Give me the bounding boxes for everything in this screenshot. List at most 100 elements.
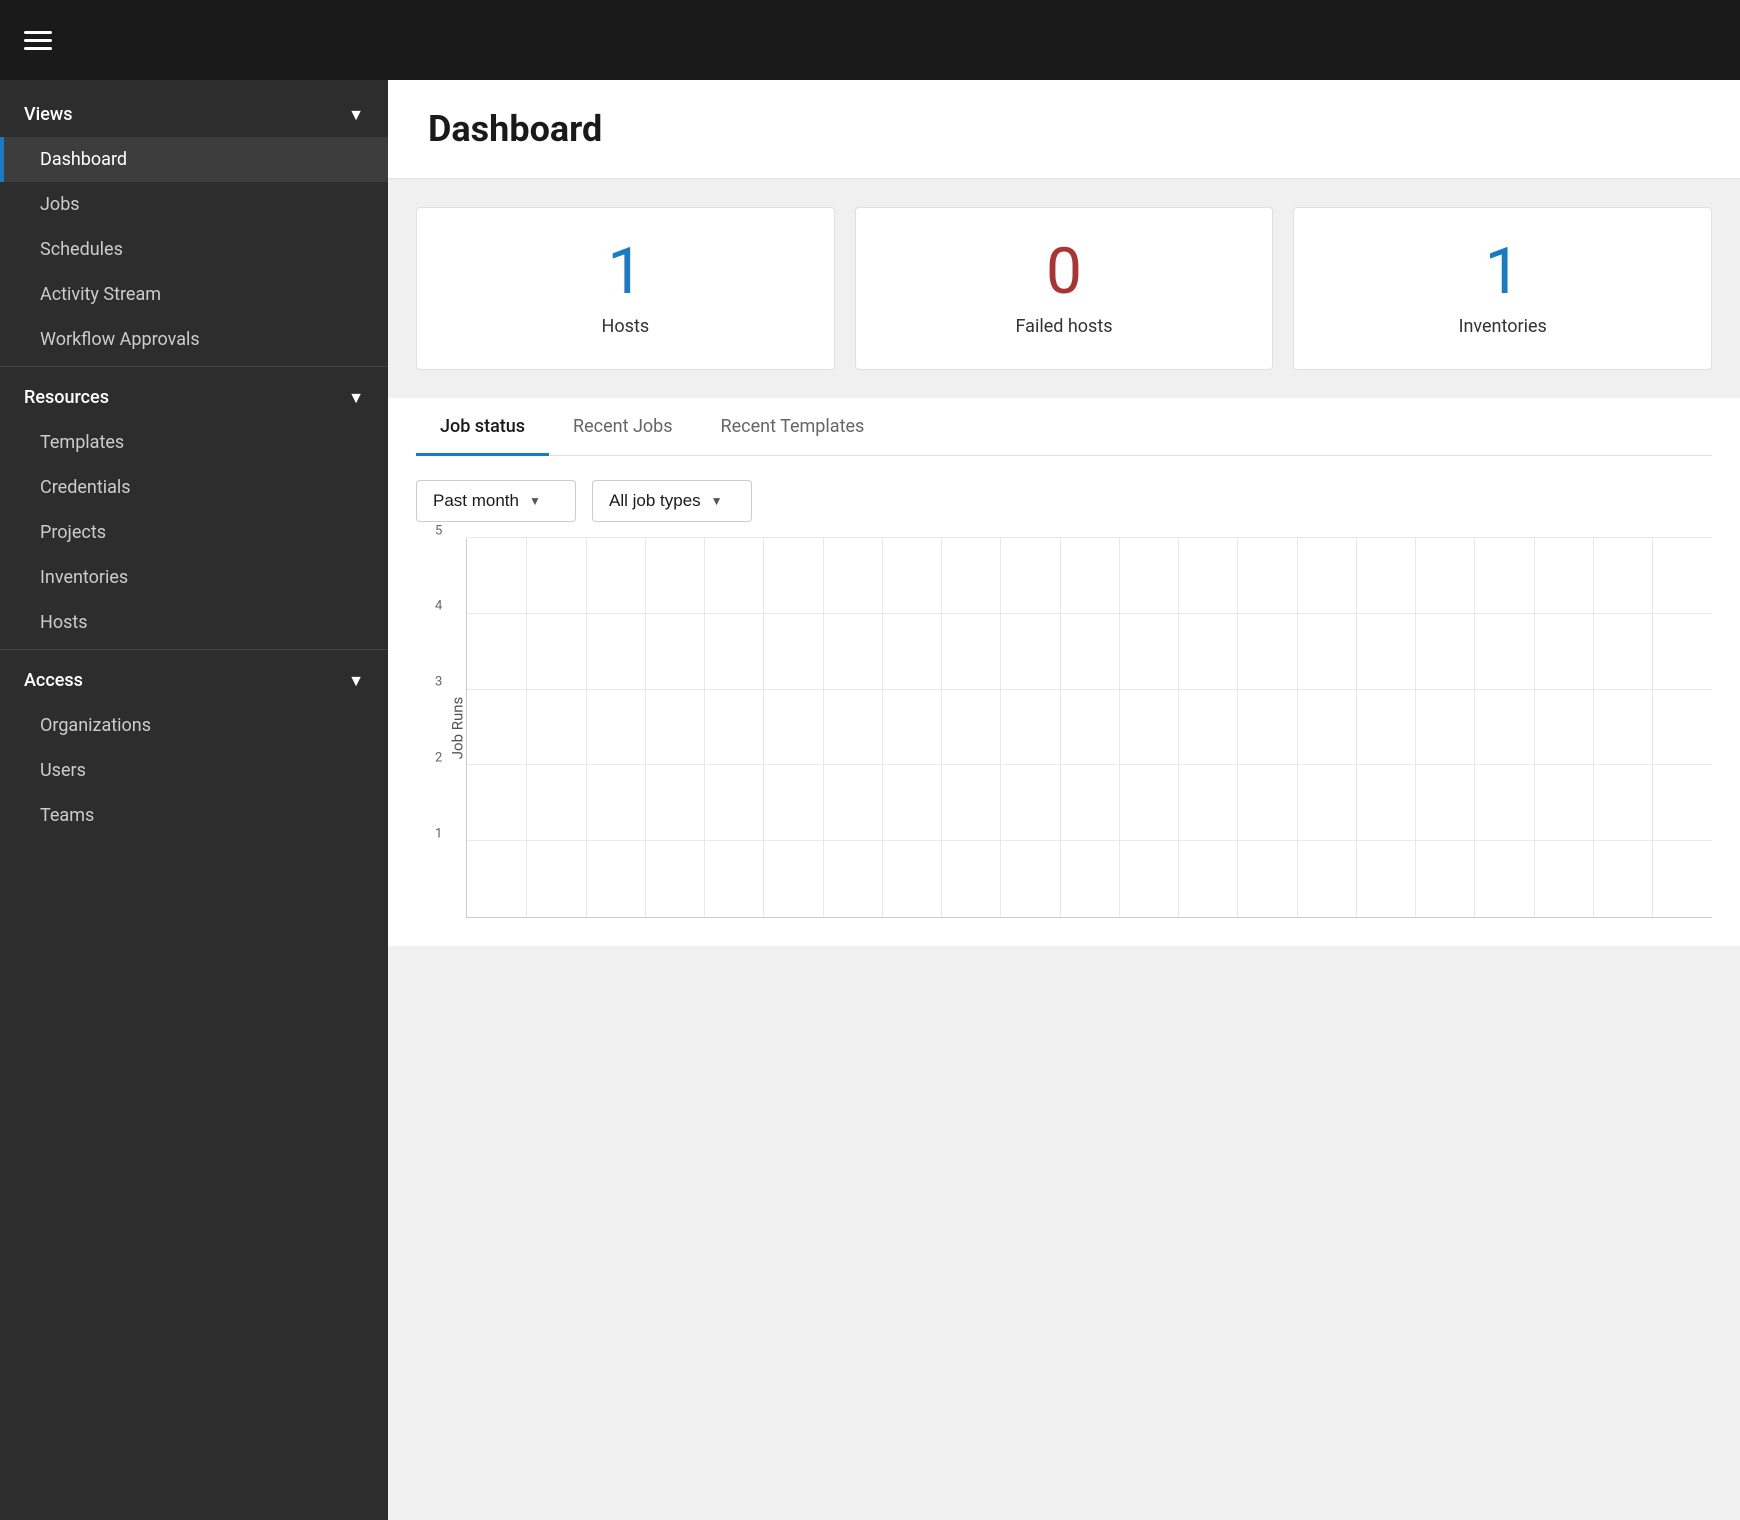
sidebar-item-schedules[interactable]: Schedules — [0, 227, 388, 272]
sidebar-item-label: Organizations — [40, 715, 151, 736]
chevron-down-icon: ▼ — [348, 388, 364, 408]
sidebar-item-inventories[interactable]: Inventories — [0, 555, 388, 600]
chart-controls: Past month ▼ All job types ▼ — [388, 456, 1740, 538]
period-filter-dropdown[interactable]: Past month ▼ — [416, 480, 576, 522]
grid-label-1: 1 — [435, 826, 442, 841]
topbar — [0, 0, 1740, 80]
hamburger-menu-button[interactable] — [24, 31, 52, 50]
sidebar-item-workflow-approvals[interactable]: Workflow Approvals — [0, 317, 388, 362]
sidebar-section-resources-header[interactable]: Resources ▼ — [0, 371, 388, 420]
tab-recent-jobs-label: Recent Jobs — [573, 416, 673, 437]
v-grid-line — [526, 538, 527, 917]
tabs-section: Job status Recent Jobs Recent Templates — [388, 398, 1740, 456]
job-type-filter-label: All job types — [609, 491, 701, 511]
job-type-filter-dropdown[interactable]: All job types ▼ — [592, 480, 752, 522]
stat-inventories-label: Inventories — [1459, 316, 1547, 337]
sidebar-section-resources: Resources ▼ Templates Credentials Projec… — [0, 371, 388, 645]
v-grid-line — [1415, 538, 1416, 917]
chart-area: Job Runs 5 4 3 2 1 — [388, 538, 1740, 946]
sidebar-section-access-header[interactable]: Access ▼ — [0, 654, 388, 703]
v-grid-line — [882, 538, 883, 917]
sidebar-item-credentials[interactable]: Credentials — [0, 465, 388, 510]
sidebar-item-templates[interactable]: Templates — [0, 420, 388, 465]
tab-recent-jobs[interactable]: Recent Jobs — [549, 398, 697, 455]
grid-line-5: 5 — [467, 537, 1712, 538]
main-layout: Views ▼ Dashboard Jobs Schedules Activit… — [0, 80, 1740, 1520]
tab-recent-templates-label: Recent Templates — [721, 416, 865, 437]
sidebar-item-label: Workflow Approvals — [40, 329, 200, 350]
stat-card-hosts[interactable]: 1 Hosts — [416, 207, 835, 370]
tabs-bar: Job status Recent Jobs Recent Templates — [416, 398, 1712, 456]
sidebar-item-label: Hosts — [40, 612, 88, 633]
v-grid-line — [1593, 538, 1594, 917]
v-grid-line — [1119, 538, 1120, 917]
sidebar-item-jobs[interactable]: Jobs — [0, 182, 388, 227]
grid-label-4: 4 — [435, 599, 442, 614]
grid-line-1: 1 — [467, 840, 1712, 841]
v-grid-line — [823, 538, 824, 917]
sidebar-views-label: Views — [24, 104, 72, 125]
chevron-down-icon: ▼ — [529, 494, 541, 508]
sidebar-item-label: Teams — [40, 805, 94, 826]
sidebar-item-hosts[interactable]: Hosts — [0, 600, 388, 645]
sidebar-item-label: Credentials — [40, 477, 131, 498]
chart-wrapper: Job Runs 5 4 3 2 1 — [466, 538, 1712, 918]
v-grid-line — [1297, 538, 1298, 917]
sidebar-divider-2 — [0, 649, 388, 650]
v-grid-line — [763, 538, 764, 917]
content-area: Dashboard 1 Hosts 0 Failed hosts 1 Inven… — [388, 80, 1740, 1520]
y-axis-label: Job Runs — [448, 697, 466, 760]
grid-line-3: 3 — [467, 689, 1712, 690]
stat-inventories-value: 1 — [1485, 240, 1521, 304]
sidebar-item-teams[interactable]: Teams — [0, 793, 388, 838]
period-filter-label: Past month — [433, 491, 519, 511]
v-grid-line — [1356, 538, 1357, 917]
stat-failed-hosts-label: Failed hosts — [1016, 316, 1113, 337]
sidebar-item-activity-stream[interactable]: Activity Stream — [0, 272, 388, 317]
v-grid-line — [1474, 538, 1475, 917]
v-grid-line — [1000, 538, 1001, 917]
grid-line-2: 2 — [467, 764, 1712, 765]
stat-failed-hosts-value: 0 — [1046, 240, 1082, 304]
stat-card-inventories[interactable]: 1 Inventories — [1293, 207, 1712, 370]
chevron-down-icon: ▼ — [348, 105, 364, 125]
stat-card-failed-hosts[interactable]: 0 Failed hosts — [855, 207, 1274, 370]
tab-job-status-label: Job status — [440, 416, 525, 437]
sidebar-section-views-header[interactable]: Views ▼ — [0, 88, 388, 137]
sidebar-section-access: Access ▼ Organizations Users Teams — [0, 654, 388, 838]
v-grid-line — [586, 538, 587, 917]
sidebar: Views ▼ Dashboard Jobs Schedules Activit… — [0, 80, 388, 1520]
stat-hosts-value: 1 — [607, 240, 643, 304]
sidebar-access-label: Access — [24, 670, 83, 691]
chevron-down-icon: ▼ — [348, 671, 364, 691]
sidebar-item-label: Projects — [40, 522, 106, 543]
grid-label-5: 5 — [435, 523, 442, 538]
sidebar-item-organizations[interactable]: Organizations — [0, 703, 388, 748]
grid-line-4: 4 — [467, 613, 1712, 614]
v-grid-line — [1178, 538, 1179, 917]
tab-recent-templates[interactable]: Recent Templates — [697, 398, 889, 455]
v-grid-line — [704, 538, 705, 917]
stat-hosts-label: Hosts — [602, 316, 650, 337]
v-grid-line — [1652, 538, 1653, 917]
sidebar-section-views: Views ▼ Dashboard Jobs Schedules Activit… — [0, 88, 388, 362]
sidebar-item-dashboard[interactable]: Dashboard — [0, 137, 388, 182]
sidebar-item-label: Templates — [40, 432, 124, 453]
v-grid-line — [941, 538, 942, 917]
stats-container: 1 Hosts 0 Failed hosts 1 Inventories — [388, 179, 1740, 398]
sidebar-item-label: Jobs — [40, 194, 80, 215]
sidebar-item-label: Dashboard — [40, 149, 127, 170]
grid-label-3: 3 — [435, 675, 442, 690]
chart-grid: 5 4 3 2 1 — [466, 538, 1712, 918]
v-grid-line — [645, 538, 646, 917]
sidebar-divider-1 — [0, 366, 388, 367]
sidebar-item-users[interactable]: Users — [0, 748, 388, 793]
sidebar-item-label: Inventories — [40, 567, 128, 588]
sidebar-resources-label: Resources — [24, 387, 109, 408]
v-grid-line — [1237, 538, 1238, 917]
tab-job-status[interactable]: Job status — [416, 398, 549, 455]
sidebar-item-projects[interactable]: Projects — [0, 510, 388, 555]
v-grid-line — [1060, 538, 1061, 917]
sidebar-item-label: Schedules — [40, 239, 123, 260]
page-title: Dashboard — [428, 108, 1700, 150]
